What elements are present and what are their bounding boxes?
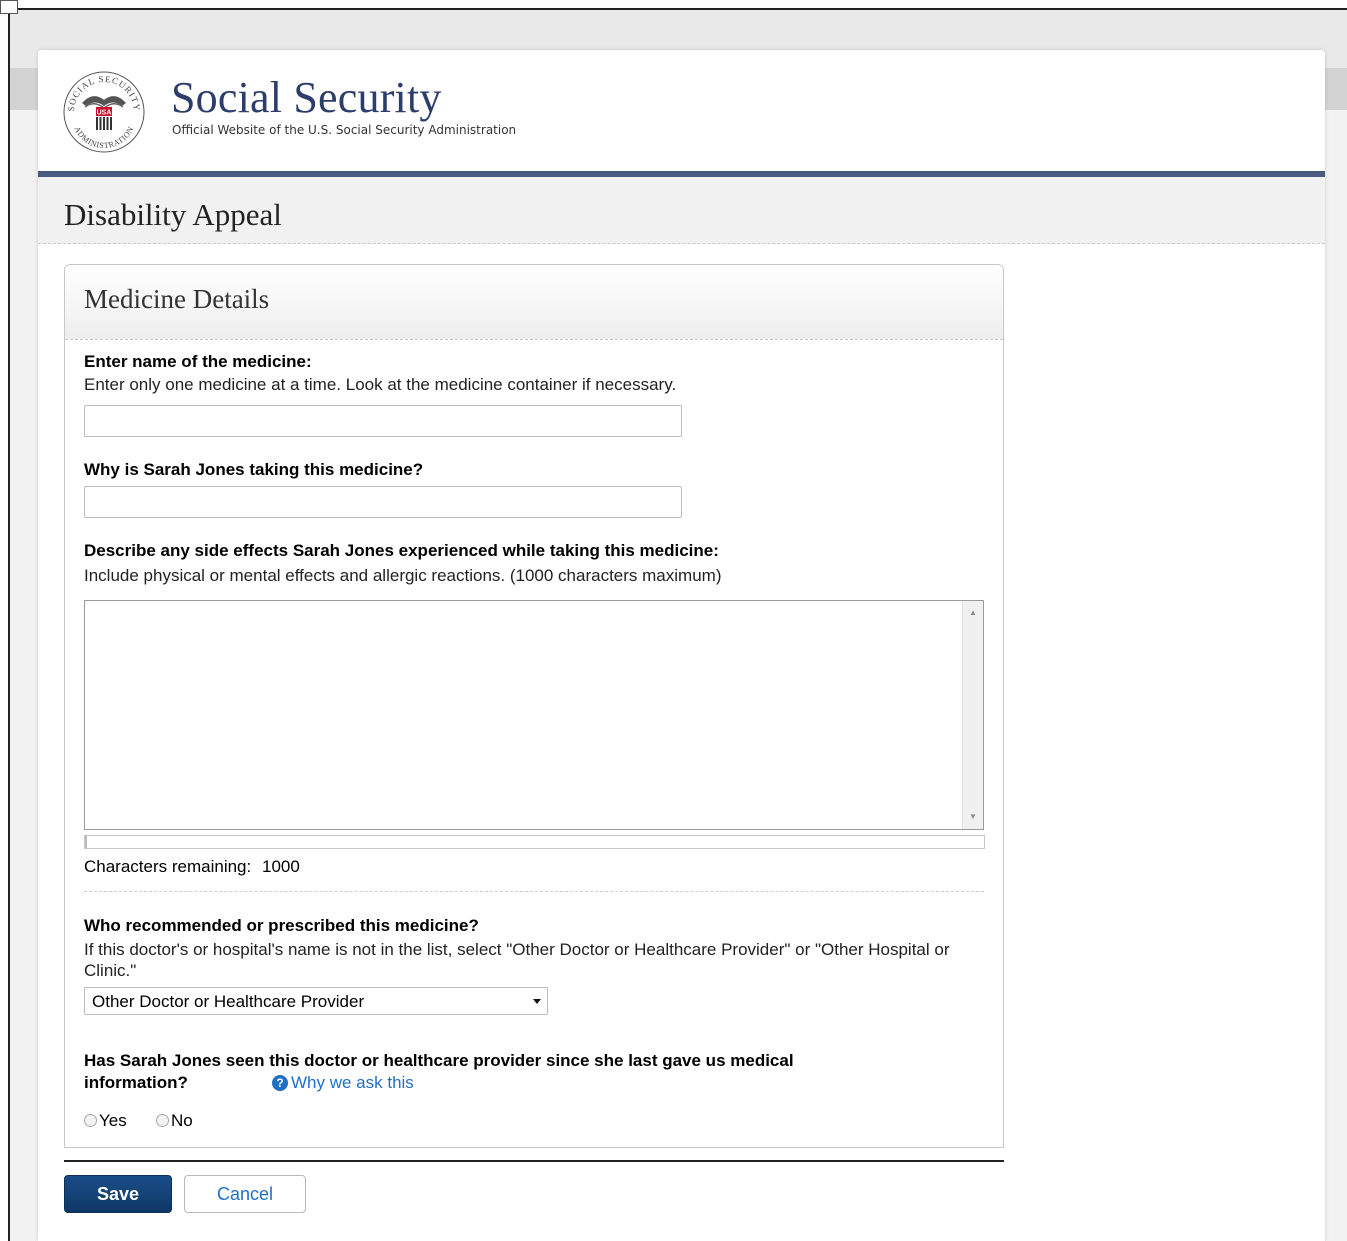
seen-since-label-line1: Has Sarah Jones seen this doctor or heal… [84, 1051, 794, 1070]
prescriber-select[interactable]: Other Doctor or Healthcare Provider [84, 987, 548, 1015]
side-effects-label: Describe any side effects Sarah Jones ex… [84, 541, 719, 560]
medicine-name-hint: Enter only one medicine at a time. Look … [84, 375, 677, 394]
seen-since-label-line2: information? [84, 1073, 188, 1092]
why-we-ask-text: Why we ask this [291, 1073, 414, 1092]
radio-no[interactable] [156, 1114, 169, 1127]
characters-remaining: Characters remaining: 1000 [84, 857, 300, 877]
medicine-name-label: Enter name of the medicine: [84, 352, 312, 371]
medicine-name-input[interactable] [84, 405, 682, 437]
radio-option-yes[interactable]: Yes [84, 1111, 127, 1131]
characters-remaining-label: Characters remaining: [84, 857, 252, 876]
cancel-button[interactable]: Cancel [184, 1175, 306, 1213]
chevron-down-icon [533, 999, 541, 1004]
ssa-seal-icon: SOCIAL SECURITY ADMINISTRATION USA [63, 71, 145, 153]
side-effects-textarea[interactable]: ▲ ▼ [84, 600, 984, 830]
site-header: SOCIAL SECURITY ADMINISTRATION USA Socia… [38, 50, 1325, 170]
radio-yes[interactable] [84, 1114, 97, 1127]
radio-option-no[interactable]: No [156, 1111, 193, 1131]
prescriber-hint: If this doctor's or hospital's name is n… [84, 940, 950, 980]
section-divider [84, 891, 984, 892]
save-button[interactable]: Save [64, 1175, 172, 1213]
page-title: Disability Appeal [64, 197, 282, 232]
radio-yes-label: Yes [99, 1111, 127, 1130]
title-bar: Disability Appeal [38, 177, 1325, 244]
character-count-fill [85, 836, 87, 848]
panel-header: Medicine Details [65, 265, 1003, 340]
reason-label: Why is Sarah Jones taking this medicine? [84, 460, 424, 479]
window-corner-icon [0, 0, 18, 14]
radio-no-label: No [171, 1111, 193, 1130]
reason-input[interactable] [84, 486, 682, 518]
scroll-up-arrow-icon[interactable]: ▲ [963, 605, 983, 621]
character-count-bar [84, 835, 985, 849]
prescriber-label: Who recommended or prescribed this medic… [84, 916, 479, 935]
why-we-ask-link[interactable]: ? Why we ask this [272, 1073, 414, 1093]
prescriber-selected-value: Other Doctor or Healthcare Provider [92, 992, 365, 1011]
scroll-down-arrow-icon[interactable]: ▼ [963, 809, 983, 825]
characters-remaining-value: 1000 [261, 857, 300, 876]
site-title[interactable]: Social Security [171, 72, 442, 123]
side-effects-hint: Include physical or mental effects and a… [84, 566, 722, 585]
page-card: SOCIAL SECURITY ADMINISTRATION USA Socia… [38, 50, 1325, 1241]
svg-text:USA: USA [97, 110, 112, 117]
question-circle-icon: ? [272, 1075, 288, 1091]
medicine-details-panel: Medicine Details Enter name of the medic… [64, 264, 1004, 1148]
textarea-scrollbar[interactable]: ▲ ▼ [962, 601, 983, 829]
site-subtitle: Official Website of the U.S. Social Secu… [172, 123, 517, 137]
footer-divider [64, 1160, 1004, 1162]
panel-title: Medicine Details [84, 284, 270, 314]
